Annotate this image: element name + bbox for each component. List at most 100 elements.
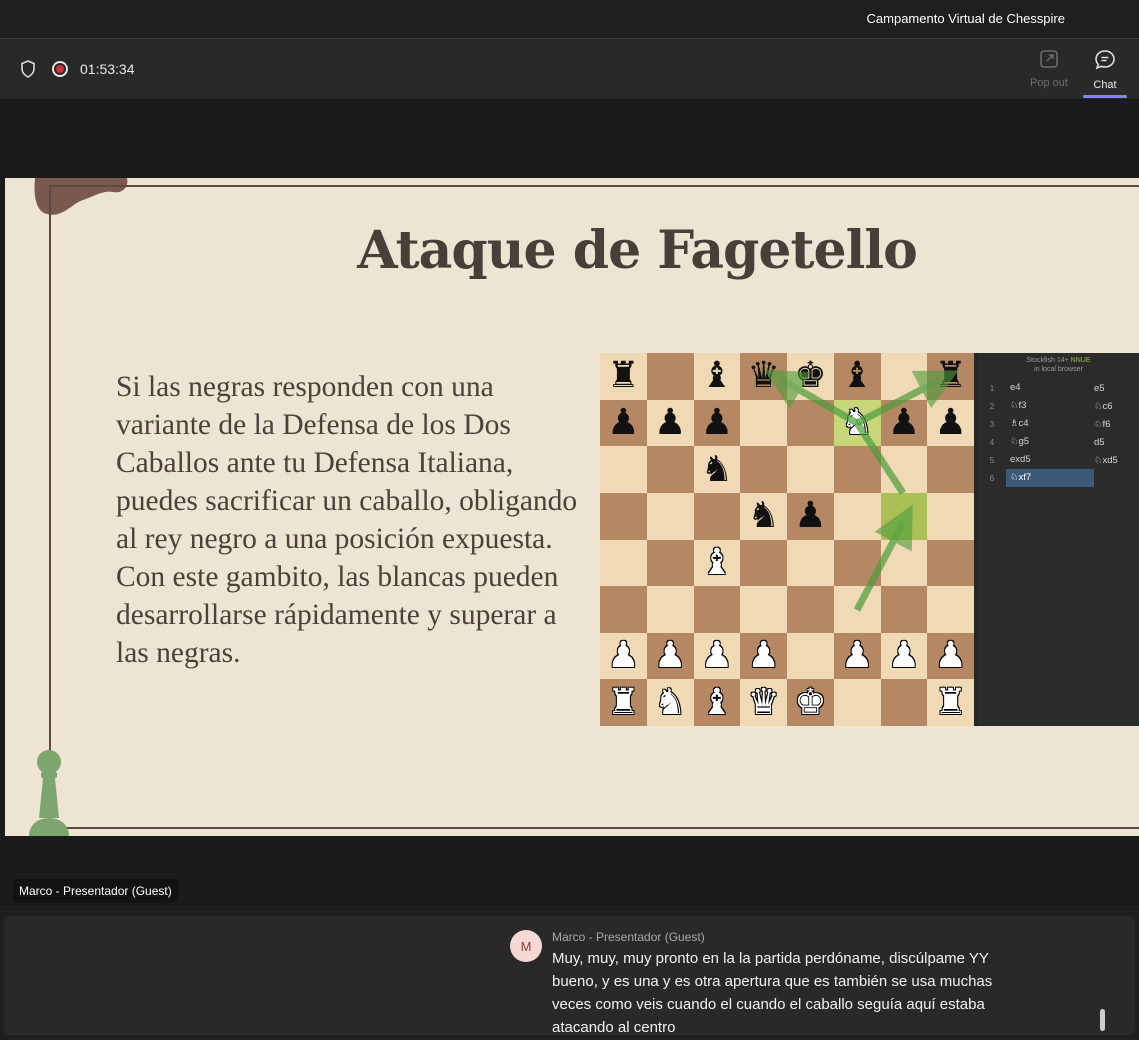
square-d4[interactable] (740, 539, 787, 587)
white-pawn-icon[interactable]: ♟ (888, 638, 920, 674)
black-move[interactable]: e5 (1094, 383, 1139, 394)
square-b8[interactable] (646, 353, 694, 400)
square-g2[interactable]: ♟ (880, 632, 928, 680)
white-move[interactable]: e4 (1006, 379, 1094, 397)
square-g3[interactable] (880, 586, 928, 633)
black-pawn-icon[interactable]: ♟ (607, 404, 639, 441)
black-knight-icon[interactable]: ♞ (747, 498, 779, 534)
square-a1[interactable]: ♜ (600, 679, 647, 726)
square-c8[interactable]: ♝ (693, 353, 741, 400)
black-knight-icon[interactable]: ♞ (701, 451, 733, 488)
square-h1[interactable]: ♜ (927, 679, 974, 726)
black-pawn-icon[interactable]: ♟ (794, 498, 826, 534)
black-move[interactable]: ♘c6 (1094, 401, 1139, 412)
square-c1[interactable]: ♝ (693, 679, 741, 726)
square-d7[interactable] (740, 399, 787, 447)
chat-button[interactable]: Chat (1083, 49, 1127, 98)
black-pawn-icon[interactable]: ♟ (888, 404, 920, 441)
square-e4[interactable] (787, 539, 834, 587)
square-c4[interactable]: ♝ (693, 539, 741, 587)
white-pawn-icon[interactable]: ♟ (747, 638, 779, 674)
white-pawn-icon[interactable]: ♟ (841, 638, 873, 674)
white-pawn-icon[interactable]: ♟ (701, 638, 733, 674)
white-bishop-icon[interactable]: ♝ (701, 544, 733, 581)
white-knight-icon[interactable]: ♞ (841, 404, 873, 441)
black-pawn-icon[interactable]: ♟ (654, 404, 686, 441)
square-f4[interactable] (833, 539, 881, 587)
black-bishop-icon[interactable]: ♝ (701, 358, 733, 394)
chat-scrollbar[interactable] (1100, 1009, 1105, 1031)
square-h2[interactable]: ♟ (927, 632, 974, 680)
chess-board[interactable]: ♜ ♝ ♛ ♚ ♝ ♜ ♟ ♟ ♟ ♞ ♟ ♟ ♞ ♞ ♟ ♝ ♟ ♟ ♟ ♟ ♟ ♟ ♟ ♜ ♞ ♝ ♛ ♚ ♜ (600, 353, 974, 726)
white-pawn-icon[interactable]: ♟ (607, 638, 639, 674)
square-h7[interactable]: ♟ (927, 399, 974, 447)
square-a8[interactable]: ♜ (600, 353, 647, 400)
square-b1[interactable]: ♞ (646, 679, 694, 726)
black-move[interactable]: d5 (1094, 437, 1139, 448)
square-d1[interactable]: ♛ (740, 679, 787, 726)
square-e7[interactable] (787, 399, 834, 447)
square-b6[interactable] (646, 446, 694, 493)
square-f2[interactable]: ♟ (833, 632, 881, 680)
white-pawn-icon[interactable]: ♟ (934, 638, 966, 674)
avatar[interactable]: M (510, 930, 542, 962)
white-rook-icon[interactable]: ♜ (607, 684, 639, 721)
square-d6[interactable] (740, 446, 787, 493)
square-f7[interactable]: ♞ (833, 399, 881, 447)
black-pawn-icon[interactable]: ♟ (701, 404, 733, 441)
square-h3[interactable] (927, 586, 974, 633)
black-rook-icon[interactable]: ♜ (607, 358, 639, 394)
black-move[interactable]: ♘xd5 (1094, 455, 1139, 466)
square-e1[interactable]: ♚ (787, 679, 834, 726)
white-move[interactable]: exd5 (1006, 451, 1094, 469)
white-king-icon[interactable]: ♚ (794, 684, 826, 721)
white-move[interactable]: ♗c4 (1006, 415, 1094, 433)
square-a4[interactable] (600, 539, 647, 587)
black-pawn-icon[interactable]: ♟ (934, 404, 966, 441)
square-f8[interactable]: ♝ (833, 353, 881, 400)
square-g6[interactable] (880, 446, 928, 493)
square-g4[interactable] (880, 539, 928, 587)
square-b5[interactable] (646, 492, 694, 540)
square-e8[interactable]: ♚ (787, 353, 834, 400)
square-b2[interactable]: ♟ (646, 632, 694, 680)
square-h5[interactable] (927, 492, 974, 540)
pop-out-button[interactable]: Pop out (1026, 49, 1072, 89)
square-a2[interactable]: ♟ (600, 632, 647, 680)
square-d3[interactable] (740, 586, 787, 633)
square-h6[interactable] (927, 446, 974, 493)
white-bishop-icon[interactable]: ♝ (701, 684, 733, 721)
square-a6[interactable] (600, 446, 647, 493)
square-g8[interactable] (880, 353, 928, 400)
white-move[interactable]: ♘g5 (1006, 433, 1094, 451)
square-b3[interactable] (646, 586, 694, 633)
square-e6[interactable] (787, 446, 834, 493)
white-queen-icon[interactable]: ♛ (747, 684, 779, 721)
white-pawn-icon[interactable]: ♟ (654, 638, 686, 674)
white-move[interactable]: ♘xf7 (1006, 469, 1094, 487)
square-d5[interactable]: ♞ (740, 492, 787, 540)
white-knight-icon[interactable]: ♞ (654, 684, 686, 721)
shield-icon[interactable] (19, 60, 37, 78)
square-e3[interactable] (787, 586, 834, 633)
square-b7[interactable]: ♟ (646, 399, 694, 447)
square-e5[interactable]: ♟ (787, 492, 834, 540)
square-c6[interactable]: ♞ (693, 446, 741, 493)
square-h4[interactable] (927, 539, 974, 587)
square-d2[interactable]: ♟ (740, 632, 787, 680)
black-queen-icon[interactable]: ♛ (747, 358, 779, 394)
square-d8[interactable]: ♛ (740, 353, 787, 400)
square-f5[interactable] (833, 492, 881, 540)
square-f6[interactable] (833, 446, 881, 493)
square-h8[interactable]: ♜ (927, 353, 974, 400)
square-c2[interactable]: ♟ (693, 632, 741, 680)
square-e2[interactable] (787, 632, 834, 680)
square-c3[interactable] (693, 586, 741, 633)
square-g5[interactable] (880, 492, 928, 540)
square-a5[interactable] (600, 492, 647, 540)
square-c5[interactable] (693, 492, 741, 540)
black-bishop-icon[interactable]: ♝ (841, 358, 873, 394)
white-move[interactable]: ♘f3 (1006, 397, 1094, 415)
square-g7[interactable]: ♟ (880, 399, 928, 447)
square-a7[interactable]: ♟ (600, 399, 647, 447)
